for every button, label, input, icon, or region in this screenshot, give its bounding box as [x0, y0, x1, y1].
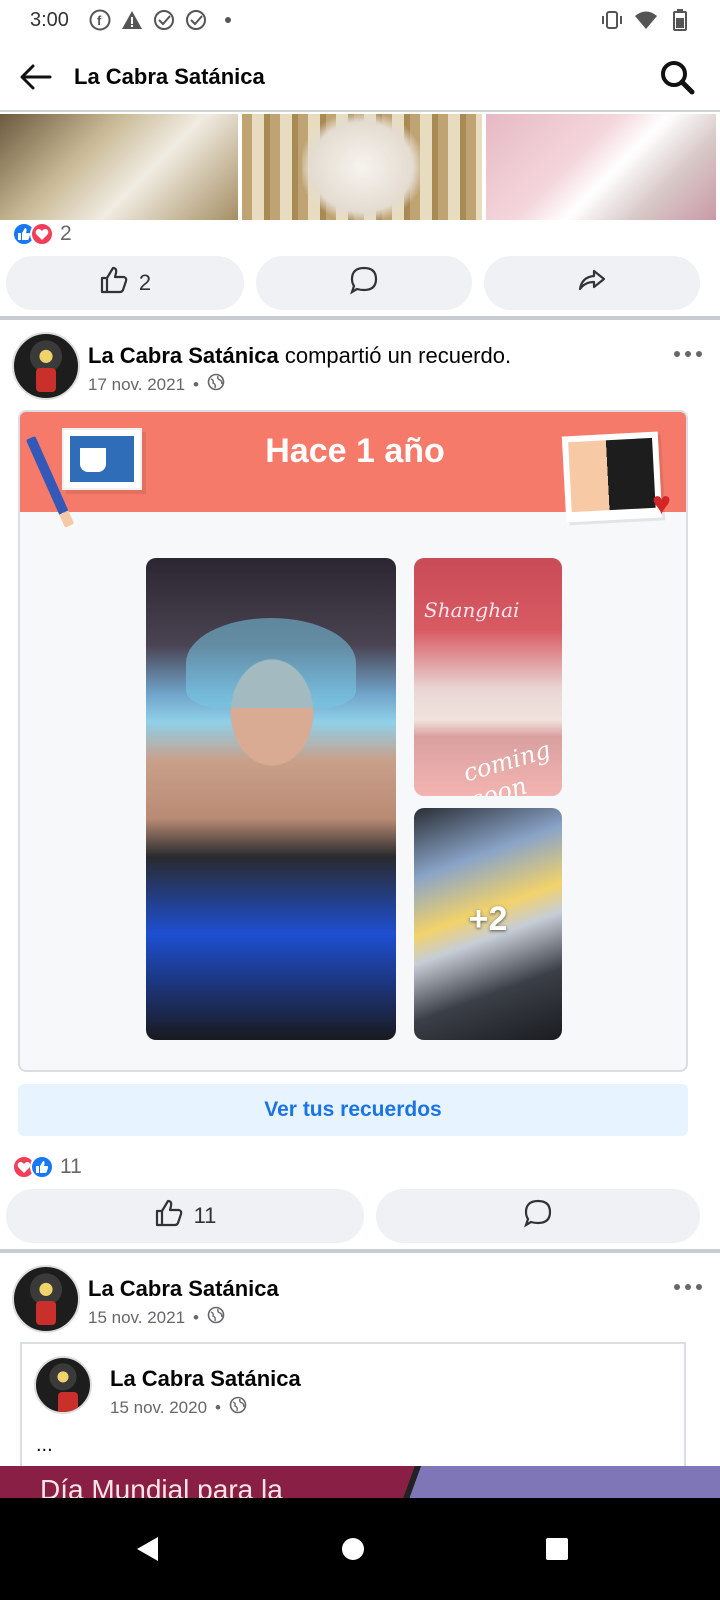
globe-icon [207, 1306, 225, 1329]
thumbs-up-icon [99, 265, 129, 301]
home-circle-icon[interactable] [324, 1520, 382, 1578]
memory-photo-more[interactable]: +2 [414, 808, 562, 1040]
check-circle-icon [184, 8, 208, 32]
post-divider [0, 316, 720, 320]
system-icons [600, 8, 692, 32]
post-author[interactable]: La Cabra Satánica [88, 1276, 279, 1301]
post-date[interactable]: 15 nov. 2021 [88, 1308, 185, 1328]
battery-icon [668, 8, 692, 32]
wifi-icon [634, 8, 658, 32]
see-memories-button[interactable]: Ver tus recuerdos [18, 1084, 688, 1136]
avatar[interactable] [12, 332, 80, 400]
post-photo[interactable] [0, 114, 238, 220]
check-circle-icon [152, 8, 176, 32]
heart-icon: ♥ [652, 485, 671, 521]
separator-dot: • [193, 374, 199, 394]
shared-post-date[interactable]: 15 nov. 2020 [110, 1398, 207, 1418]
shared-post-banner[interactable]: Día Mundial para la [0, 1466, 720, 1498]
like-button[interactable]: 2 [6, 256, 244, 310]
memory-photo-shanghai[interactable]: Shanghai coming soon [414, 558, 562, 796]
separator-dot: • [215, 1397, 221, 1417]
comment-icon [523, 1198, 553, 1234]
post-photo-grid [0, 114, 720, 220]
love-reaction-icon [30, 222, 54, 246]
globe-icon [229, 1396, 247, 1419]
system-nav-bar [0, 1498, 720, 1600]
post-action-text: compartió un recuerdo. [278, 343, 512, 368]
like-count: 2 [138, 270, 152, 295]
comment-icon [349, 265, 379, 301]
comment-button[interactable] [376, 1189, 700, 1243]
avatar[interactable] [34, 1356, 92, 1414]
more-photos-count: +2 [468, 900, 508, 938]
status-time: 3:00 [30, 9, 69, 31]
reactions-count: 2 [60, 222, 72, 245]
reactions-summary[interactable]: 2 [12, 222, 72, 246]
reactions-summary[interactable]: 11 [12, 1155, 82, 1179]
notification-icons: f [88, 8, 240, 32]
recents-square-icon[interactable] [528, 1520, 586, 1578]
like-button[interactable]: 11 [6, 1189, 364, 1243]
shared-post[interactable]: La Cabra Satánica 15 nov. 2020 • ... [20, 1342, 686, 1482]
shared-post-author[interactable]: La Cabra Satánica [110, 1366, 301, 1391]
svg-text:f: f [97, 13, 102, 28]
reactions-count: 11 [60, 1155, 82, 1178]
search-icon[interactable] [658, 58, 696, 96]
shared-post-meta: 15 nov. 2020 • [110, 1396, 247, 1419]
share-button[interactable] [484, 256, 700, 310]
globe-icon [207, 373, 225, 396]
more-options-icon[interactable] [670, 346, 706, 362]
memory-header: Hace 1 año ♥ [20, 412, 686, 528]
facebook-icon: f [88, 8, 112, 32]
avatar[interactable] [12, 1265, 80, 1333]
post-divider [0, 1249, 720, 1253]
post-photo[interactable] [486, 114, 716, 220]
separator-dot: • [193, 1307, 199, 1327]
post-author[interactable]: La Cabra Satánica [88, 343, 279, 368]
page-title: La Cabra Satánica [74, 64, 265, 89]
like-reaction-icon [30, 1155, 54, 1179]
status-bar: 3:00 f [0, 0, 720, 42]
post-meta: 15 nov. 2021 • [88, 1306, 225, 1329]
app-bar: La Cabra Satánica [0, 42, 720, 112]
comment-button[interactable] [256, 256, 472, 310]
post-photo[interactable] [242, 114, 482, 220]
back-arrow-icon[interactable] [16, 58, 54, 96]
memory-card[interactable]: Hace 1 año ♥ Shanghai coming soon +2 [18, 410, 688, 1072]
more-options-icon[interactable] [670, 1279, 706, 1295]
vibrate-icon [600, 8, 624, 32]
warning-icon [120, 8, 144, 32]
memory-photo-main[interactable] [146, 558, 396, 1040]
shared-post-header: La Cabra Satánica [110, 1366, 301, 1392]
like-count: 11 [193, 1203, 217, 1228]
photo-caption-shanghai: Shanghai [424, 598, 520, 622]
banner-text: Día Mundial para la [40, 1474, 283, 1498]
share-icon [577, 265, 607, 301]
photo-frame-decoration [561, 431, 663, 523]
post-meta: 17 nov. 2021 • [88, 373, 225, 396]
thumbs-up-icon [154, 1198, 184, 1234]
post-header-text: La Cabra Satánica [88, 1276, 279, 1302]
dot-icon [216, 8, 240, 32]
post-date[interactable]: 17 nov. 2021 [88, 375, 185, 395]
shared-post-text: ... [36, 1434, 53, 1456]
back-triangle-icon[interactable] [118, 1520, 176, 1578]
photo-caption-coming-soon: coming soon [460, 735, 554, 796]
post-header-text: La Cabra Satánica compartió un recuerdo. [88, 343, 511, 369]
